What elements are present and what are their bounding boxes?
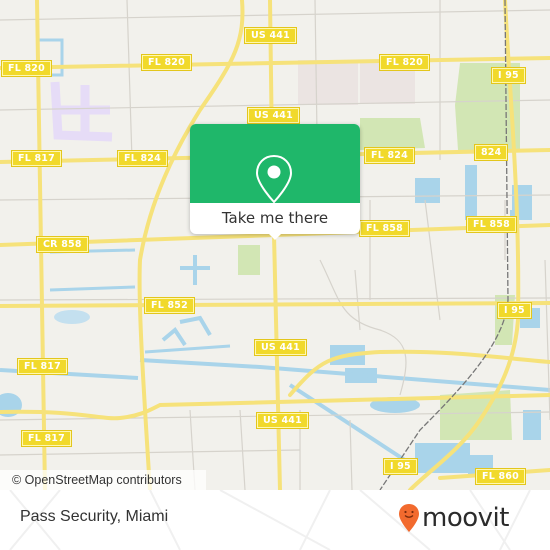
canal — [180, 255, 210, 285]
popup-pointer — [267, 232, 283, 240]
water-body — [523, 410, 541, 440]
popup-header — [190, 124, 360, 204]
road-shield: I 95 — [497, 302, 532, 319]
water-body — [54, 310, 90, 324]
location-popup: Take me there — [190, 124, 360, 240]
moovit-logo[interactable]: moovit — [398, 498, 509, 538]
map-attribution[interactable]: © OpenStreetMap contributors — [0, 470, 206, 490]
road-shield: FL 820 — [141, 54, 192, 71]
place-name: Pass Security, Miami — [20, 508, 169, 525]
park — [238, 245, 260, 275]
road-shield: FL 817 — [21, 430, 72, 447]
moovit-pin-icon — [399, 504, 419, 532]
road-shield: FL 824 — [117, 150, 168, 167]
road-shield: US 441 — [254, 339, 307, 356]
moovit-wordmark: moovit — [422, 503, 509, 533]
road-shield: FL 858 — [466, 216, 517, 233]
park — [360, 118, 425, 150]
road-shield: I 95 — [491, 67, 526, 84]
road-shield: FL 852 — [144, 297, 195, 314]
road-shield: CR 858 — [36, 236, 89, 253]
road-shield: FL 820 — [1, 60, 52, 77]
road-shield: FL 820 — [379, 54, 430, 71]
road-shield: 824 — [473, 144, 509, 161]
canal — [49, 285, 136, 292]
airport-area — [50, 81, 113, 142]
water-body — [415, 443, 470, 473]
take-me-there-button[interactable]: Take me there — [190, 203, 360, 234]
road-shield: FL 817 — [11, 150, 62, 167]
road-shield: I 95 — [383, 458, 418, 475]
map-canvas[interactable]: FL 820 FL 820 FL 820 US 441 US 441 I 95 … — [0, 0, 550, 490]
road-shield: US 441 — [244, 27, 297, 44]
road-shield: FL 858 — [359, 220, 410, 237]
commercial-area — [298, 60, 358, 105]
road-shield: US 441 — [256, 412, 309, 429]
footer-bar: Pass Security, Miami moovit — [0, 490, 550, 550]
road-shield: FL 860 — [475, 468, 526, 485]
road-shield: US 441 — [247, 107, 300, 124]
road-shield: FL 817 — [17, 358, 68, 375]
road-shield: FL 824 — [364, 147, 415, 164]
map-pin-icon — [255, 154, 293, 204]
lake — [161, 315, 212, 347]
water-body — [415, 178, 440, 203]
canal — [144, 344, 231, 354]
water-body — [465, 165, 477, 220]
